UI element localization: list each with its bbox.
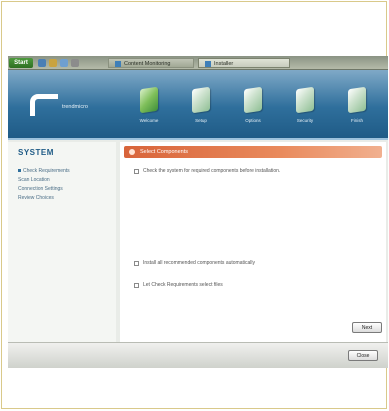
nav-item-label: Finish [350, 118, 363, 123]
quicklaunch-browser-icon[interactable] [38, 59, 46, 67]
sidebar-item-label: Scan Location [18, 177, 50, 183]
sidebar-item-label: Connection Settings [18, 186, 63, 192]
taskbar-button-installer[interactable]: Installer [198, 58, 290, 68]
sidebar-title: SYSTEM [18, 148, 54, 157]
checkbox[interactable] [134, 261, 139, 266]
taskbar-button-content-monitoring[interactable]: Content Monitoring [108, 58, 194, 68]
sidebar-item-label: Review Choices [18, 195, 54, 201]
content-panel: Select Components Check the system for r… [120, 142, 386, 342]
start-button[interactable]: Start [9, 58, 33, 68]
document-icon [348, 86, 366, 114]
option-label: Let Check Requirements select files [143, 282, 223, 288]
nav-item-label: Setup [195, 118, 207, 123]
nav-item-finish[interactable]: Finish [334, 82, 380, 134]
nav-item-welcome[interactable]: Welcome [126, 82, 172, 134]
sidebar-item-scan-location[interactable]: Scan Location [18, 177, 50, 183]
sidebar-item-check-requirements[interactable]: Check Requirements [18, 168, 70, 174]
computer-icon [140, 86, 158, 114]
window-icon [205, 60, 211, 67]
document-icon [244, 86, 262, 114]
next-button[interactable]: Next [352, 322, 382, 333]
document-icon [192, 86, 210, 114]
close-button[interactable]: Close [348, 350, 378, 361]
sidebar-item-label: Check Requirements [23, 168, 70, 174]
quicklaunch-desktop-icon[interactable] [60, 59, 68, 67]
sidebar: SYSTEM Check Requirements Scan Location … [8, 142, 116, 342]
document-icon [296, 86, 314, 114]
sidebar-item-review-choices[interactable]: Review Choices [18, 195, 54, 201]
option-label: Install all recommended components autom… [143, 260, 255, 266]
footer: Close [8, 342, 388, 368]
nav-item-security[interactable]: Security [282, 82, 328, 134]
nav-item-setup[interactable]: Setup [178, 82, 224, 134]
screen: Start Content Monitoring Installer trend… [8, 56, 388, 368]
taskbar-button-label: Installer [214, 61, 234, 67]
sidebar-item-connection-settings[interactable]: Connection Settings [18, 186, 63, 192]
quicklaunch-folder-icon[interactable] [49, 59, 57, 67]
taskbar: Start Content Monitoring Installer [8, 56, 388, 70]
taskbar-button-label: Content Monitoring [124, 61, 171, 67]
bullet-icon [18, 169, 21, 173]
checkbox[interactable] [134, 169, 139, 174]
nav-item-label: Security [296, 118, 314, 123]
app-header: trendmicro Welcome Setup Options Securit… [8, 70, 388, 140]
wizard-nav: Welcome Setup Options Security Finish [126, 82, 386, 134]
section-banner: Select Components [124, 146, 382, 158]
nav-item-options[interactable]: Options [230, 82, 276, 134]
nav-item-label: Options [245, 118, 261, 123]
banner-label: Select Components [140, 149, 188, 155]
checkbox[interactable] [134, 283, 139, 288]
warning-icon [129, 149, 135, 155]
quicklaunch-app-icon[interactable] [71, 59, 79, 67]
logo-mark-icon [30, 94, 58, 116]
window-icon [115, 60, 121, 67]
logo-text: trendmicro [62, 104, 88, 110]
option-label: Check the system for required components… [143, 168, 281, 174]
nav-item-label: Welcome [139, 118, 159, 123]
